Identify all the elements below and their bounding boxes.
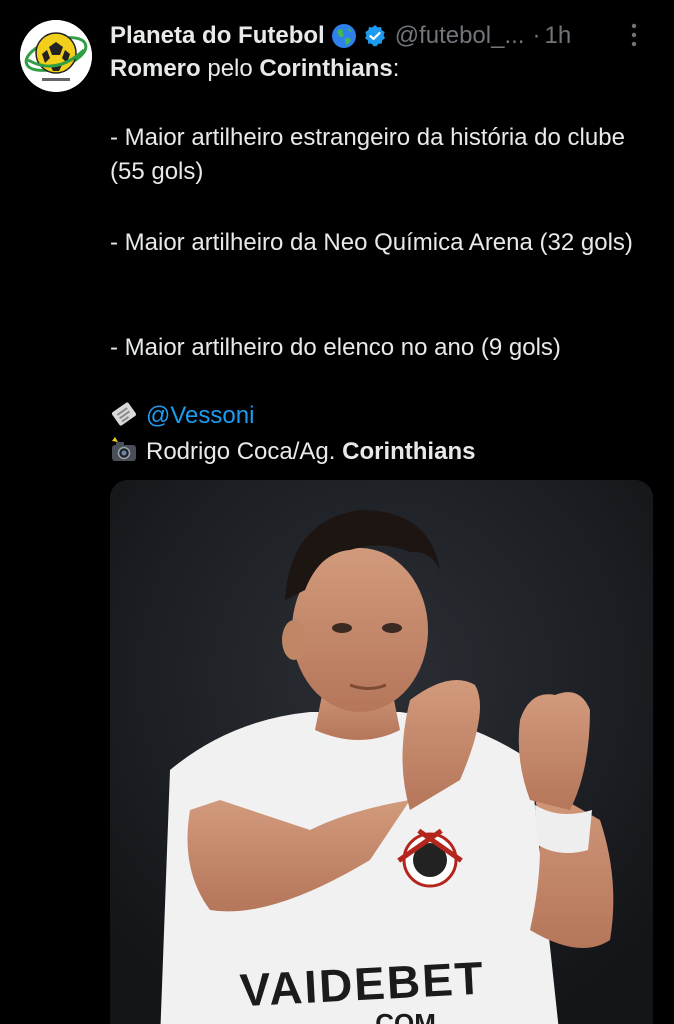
tweet-header: Planeta do Futebol @futebol_... · 1h xyxy=(110,16,670,56)
source-mention-link[interactable]: @Vessoni xyxy=(146,402,254,429)
player-photo-image: VAIDEBET .COM xyxy=(110,480,653,1024)
photo-credit-prefix: Rodrigo Coca/Ag. xyxy=(146,438,343,465)
bullet-item: - Maior artilheiro estrangeiro da histór… xyxy=(110,124,625,185)
bullet-item: - Maior artilheiro do elenco no ano (9 g… xyxy=(110,334,561,361)
jersey-sponsor-suffix: .COM xyxy=(368,1008,436,1024)
newspaper-icon xyxy=(110,400,138,428)
camera-flash-icon xyxy=(110,436,138,464)
timestamp[interactable]: 1h xyxy=(544,22,571,50)
globe-icon xyxy=(331,23,357,49)
tweet[interactable]: Planeta do Futebol @futebol_... · 1h Rom… xyxy=(0,0,674,1024)
more-options-button[interactable] xyxy=(622,20,646,50)
intro-end: : xyxy=(392,55,400,82)
verified-badge-icon xyxy=(363,24,387,48)
planeta-do-futebol-logo-icon xyxy=(20,20,92,92)
photo-credit-line: Rodrigo Coca/Ag. Corinthians xyxy=(110,435,658,469)
bullet-item: - Maior artilheiro da Neo Química Arena … xyxy=(110,229,633,256)
intro-name: Romero xyxy=(110,55,201,82)
display-name[interactable]: Planeta do Futebol xyxy=(110,22,325,50)
separator-dot: · xyxy=(532,22,541,49)
tweet-photo[interactable]: VAIDEBET .COM xyxy=(110,480,653,1024)
source-line: @Vessoni xyxy=(110,399,658,433)
intro-club: Corinthians xyxy=(259,55,393,82)
intro-middle: pelo xyxy=(200,55,260,82)
avatar[interactable] xyxy=(20,20,92,92)
tweet-intro: Romero pelo Corinthians: xyxy=(110,52,658,86)
photo-credit-club: Corinthians xyxy=(342,438,476,465)
more-vertical-icon xyxy=(631,23,637,47)
user-handle[interactable]: @futebol_... xyxy=(395,22,525,50)
